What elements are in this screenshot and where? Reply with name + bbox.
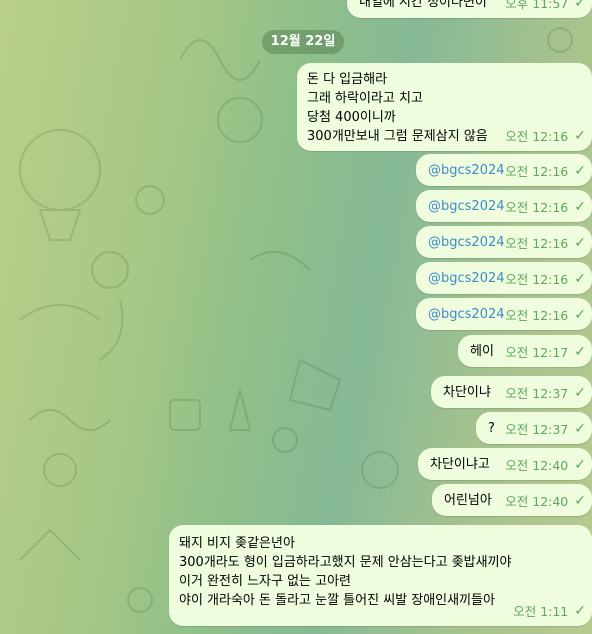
double-check-icon: ✓ xyxy=(574,271,586,287)
message-meta: 오전 12:16 ✓ xyxy=(505,270,586,289)
message-time: 오전 12:16 xyxy=(505,308,569,323)
double-check-icon: ✓ xyxy=(574,199,586,215)
date-separator: 12월 22일 xyxy=(262,30,344,54)
double-check-icon: ✓ xyxy=(574,493,586,509)
message-time: 오후 11:57 xyxy=(505,0,569,11)
double-check-icon: ✓ xyxy=(574,307,586,323)
double-check-icon: ✓ xyxy=(574,457,586,473)
message-time: 오전 12:17 xyxy=(505,345,569,360)
message-text: 돼지 비지 좆같은년아 300개라도 형이 입금하라고했지 문제 안삼는다고 좆… xyxy=(179,536,512,608)
message-time: 오전 12:37 xyxy=(505,422,569,437)
message-time: 오전 12:40 xyxy=(505,494,569,509)
message-time: 오전 12:16 xyxy=(505,272,569,287)
message-meta: 오전 12:37 ✓ xyxy=(505,384,586,403)
message-meta: 오전 12:40 ✓ xyxy=(505,492,586,511)
double-check-icon: ✓ xyxy=(574,603,586,619)
message-bubble[interactable]: @bgcs2024 오전 12:16 ✓ xyxy=(416,154,592,186)
message-bubble[interactable]: 차단이냐 오전 12:37 ✓ xyxy=(431,376,592,408)
message-bubble[interactable]: 차단이냐고 오전 12:40 ✓ xyxy=(418,448,592,480)
double-check-icon: ✓ xyxy=(574,385,586,401)
message-time: 오전 12:16 xyxy=(505,164,569,179)
double-check-icon: ✓ xyxy=(574,235,586,251)
message-bubble[interactable]: 돼지 비지 좆같은년아 300개라도 형이 입금하라고했지 문제 안삼는다고 좆… xyxy=(169,525,592,626)
message-time: 오전 1:11 xyxy=(513,604,569,619)
message-bubble[interactable]: 어린넘아 오전 12:40 ✓ xyxy=(432,484,592,516)
message-bubble[interactable]: @bgcs2024 오전 12:16 ✓ xyxy=(416,226,592,258)
double-check-icon: ✓ xyxy=(574,421,586,437)
message-meta: 오후 11:57 ✓ xyxy=(505,0,586,13)
message-meta: 오전 12:16 ✓ xyxy=(505,162,586,181)
message-meta: 오전 1:11 ✓ xyxy=(513,602,586,621)
message-bubble[interactable]: @bgcs2024 오전 12:16 ✓ xyxy=(416,262,592,294)
double-check-icon: ✓ xyxy=(574,163,586,179)
message-meta: 오전 12:16 ✓ xyxy=(505,198,586,217)
message-meta: 오전 12:40 ✓ xyxy=(505,456,586,475)
message-time: 오전 12:37 xyxy=(505,386,569,401)
message-time: 오전 12:16 xyxy=(505,236,569,251)
message-bubble[interactable]: 헤이 오전 12:17 ✓ xyxy=(458,335,592,367)
message-meta: 오전 12:17 ✓ xyxy=(505,343,586,362)
message-bubble[interactable]: ? 오전 12:37 ✓ xyxy=(476,412,592,444)
double-check-icon: ✓ xyxy=(574,128,586,144)
message-meta: 오전 12:16 ✓ xyxy=(505,234,586,253)
message-bubble[interactable]: @bgcs2024 오전 12:16 ✓ xyxy=(416,298,592,330)
message-time: 오전 12:16 xyxy=(505,200,569,215)
message-meta: 오전 12:37 ✓ xyxy=(505,420,586,439)
message-time: 오전 12:16 xyxy=(505,129,569,144)
message-bubble[interactable]: 내일에 시간 정이다면이 오후 11:57 ✓ xyxy=(347,0,592,18)
message-meta: 오전 12:16 ✓ xyxy=(505,306,586,325)
message-time: 오전 12:40 xyxy=(505,458,569,473)
message-bubble[interactable]: @bgcs2024 오전 12:16 ✓ xyxy=(416,190,592,222)
double-check-icon: ✓ xyxy=(574,0,586,11)
double-check-icon: ✓ xyxy=(574,344,586,360)
message-meta: 오전 12:16 ✓ xyxy=(505,127,586,146)
message-bubble[interactable]: 돈 다 입금해라 그래 하락이라고 치고 당첨 400이니까 300개만보내 그… xyxy=(297,63,592,151)
